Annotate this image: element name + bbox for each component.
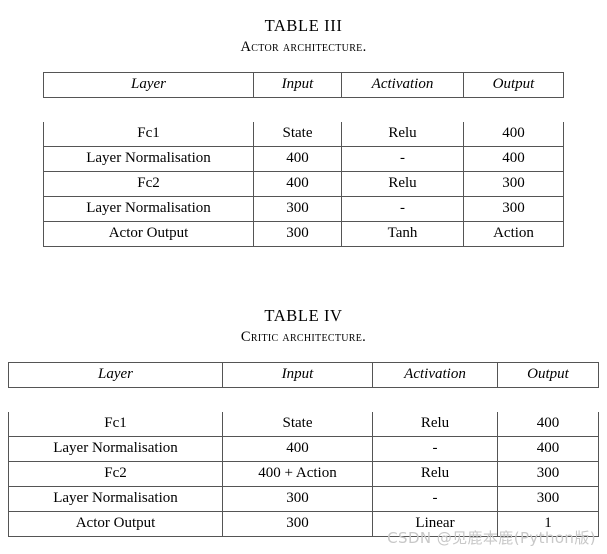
cell-layer: Layer Normalisation (8, 437, 223, 462)
cell-input: 400 + Action (223, 462, 373, 487)
cell-activation: Relu (373, 462, 498, 487)
cell-layer: Fc2 (8, 462, 223, 487)
cell-input: State (254, 122, 342, 147)
table-row: Actor Output 300 Tanh Action (43, 222, 564, 247)
cell-layer: Fc1 (8, 412, 223, 437)
table-row: Layer Normalisation 400 - 400 (8, 437, 599, 462)
column-header-input: Input (223, 362, 373, 388)
cell-layer: Fc1 (43, 122, 254, 147)
column-header-output: Output (464, 72, 564, 98)
table-wrapper-critic: Layer Input Activation Output Fc1 State … (0, 362, 607, 537)
table-row: Fc1 State Relu 400 (43, 122, 564, 147)
table-critic-architecture: Layer Input Activation Output Fc1 State … (8, 362, 599, 537)
table-block-critic: TABLE IV Critic architecture. Layer Inpu… (0, 306, 607, 537)
cell-activation: - (373, 437, 498, 462)
column-header-input: Input (254, 72, 342, 98)
rule-gap-cell (464, 98, 564, 122)
table-row: Fc2 400 + Action Relu 300 (8, 462, 599, 487)
table-actor-architecture: Layer Input Activation Output Fc1 State … (43, 72, 564, 247)
cell-activation: Relu (373, 412, 498, 437)
double-rule-gap (8, 388, 599, 412)
cell-layer: Layer Normalisation (8, 487, 223, 512)
rule-gap-cell (223, 388, 373, 412)
column-header-layer: Layer (43, 72, 254, 98)
table-head-critic: Layer Input Activation Output (8, 362, 599, 388)
cell-layer: Actor Output (8, 512, 223, 537)
table-row: Layer Normalisation 400 - 400 (43, 147, 564, 172)
table-caption-critic: TABLE IV Critic architecture. (0, 306, 607, 345)
table-header-row: Layer Input Activation Output (8, 362, 599, 388)
table-wrapper-actor: Layer Input Activation Output Fc1 State … (0, 72, 607, 247)
table-number-critic: TABLE IV (264, 306, 343, 325)
table-body-actor: Fc1 State Relu 400 Layer Normalisation 4… (43, 98, 564, 247)
table-title-actor: Actor architecture. (240, 38, 367, 55)
cell-layer: Actor Output (43, 222, 254, 247)
rule-gap-cell (373, 388, 498, 412)
cell-input: 300 (223, 512, 373, 537)
cell-output: 300 (498, 462, 599, 487)
cell-input: 300 (254, 222, 342, 247)
cell-output: 300 (464, 172, 564, 197)
cell-activation: - (373, 487, 498, 512)
watermark-text: CSDN @见鹿本鹿(Python版) (387, 529, 596, 547)
cell-input: 400 (254, 172, 342, 197)
cell-output: 400 (464, 147, 564, 172)
double-rule-gap (43, 98, 564, 122)
rule-gap-cell (43, 98, 254, 122)
cell-output: 400 (498, 412, 599, 437)
cell-layer: Layer Normalisation (43, 147, 254, 172)
cell-output: 300 (464, 197, 564, 222)
cell-input: State (223, 412, 373, 437)
rule-gap-cell (254, 98, 342, 122)
cell-output: 400 (498, 437, 599, 462)
table-row: Fc2 400 Relu 300 (43, 172, 564, 197)
table-row: Layer Normalisation 300 - 300 (8, 487, 599, 512)
cell-activation: - (342, 147, 464, 172)
cell-input: 300 (223, 487, 373, 512)
column-header-activation: Activation (342, 72, 464, 98)
table-caption-actor: TABLE III Actor architecture. (0, 16, 607, 55)
table-row: Fc1 State Relu 400 (8, 412, 599, 437)
rule-gap-cell (8, 388, 223, 412)
cell-output: Action (464, 222, 564, 247)
cell-output: 300 (498, 487, 599, 512)
table-number-actor: TABLE III (264, 16, 343, 35)
cell-activation: Relu (342, 172, 464, 197)
column-header-activation: Activation (373, 362, 498, 388)
cell-input: 400 (223, 437, 373, 462)
table-head-actor: Layer Input Activation Output (43, 72, 564, 98)
cell-input: 300 (254, 197, 342, 222)
cell-input: 400 (254, 147, 342, 172)
rule-gap-cell (498, 388, 599, 412)
rule-gap-cell (342, 98, 464, 122)
cell-output: 400 (464, 122, 564, 147)
column-header-layer: Layer (8, 362, 223, 388)
cell-activation: Relu (342, 122, 464, 147)
table-body-critic: Fc1 State Relu 400 Layer Normalisation 4… (8, 388, 599, 537)
cell-layer: Layer Normalisation (43, 197, 254, 222)
cell-activation: Tanh (342, 222, 464, 247)
column-header-output: Output (498, 362, 599, 388)
cell-activation: - (342, 197, 464, 222)
table-block-actor: TABLE III Actor architecture. Layer Inpu… (0, 16, 607, 247)
table-row: Layer Normalisation 300 - 300 (43, 197, 564, 222)
table-header-row: Layer Input Activation Output (43, 72, 564, 98)
table-title-critic: Critic architecture. (240, 328, 367, 345)
cell-layer: Fc2 (43, 172, 254, 197)
